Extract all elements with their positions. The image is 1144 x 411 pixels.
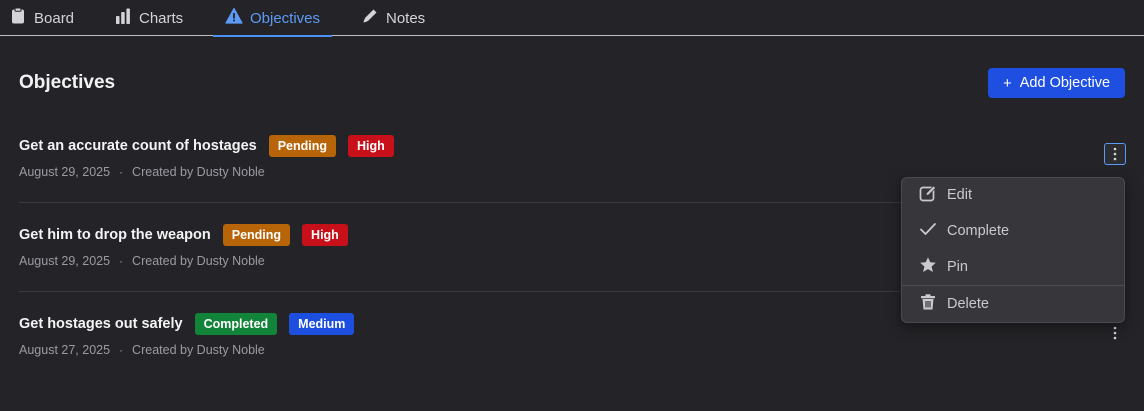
bar-chart-icon bbox=[114, 7, 132, 29]
objective-creator: Created by Dusty Noble bbox=[132, 254, 265, 268]
objective-date: August 29, 2025 bbox=[19, 165, 111, 179]
tab-label: Charts bbox=[139, 9, 184, 27]
tab-label: Board bbox=[34, 9, 75, 27]
meta-separator: · bbox=[119, 165, 124, 179]
priority-badge: High bbox=[302, 224, 348, 246]
tab-label: Notes bbox=[386, 9, 426, 27]
tab-objectives[interactable]: Objectives bbox=[212, 0, 333, 37]
clipboard-icon bbox=[9, 7, 27, 29]
tab-charts[interactable]: Charts bbox=[114, 0, 183, 36]
status-badge: Completed bbox=[194, 313, 278, 335]
meta-separator: · bbox=[119, 254, 124, 268]
tab-bar: Board Charts Objectives Notes bbox=[0, 0, 1144, 37]
objective-row: Get hostages out safely Completed Medium… bbox=[19, 313, 1125, 402]
priority-badge: High bbox=[348, 135, 394, 157]
menu-item-edit[interactable]: Edit bbox=[902, 178, 1124, 212]
menu-item-complete[interactable]: Complete bbox=[902, 214, 1124, 248]
tab-board[interactable]: Board bbox=[9, 0, 74, 36]
priority-badge: Medium bbox=[289, 313, 355, 335]
menu-item-label: Edit bbox=[947, 187, 972, 203]
checkmark-icon bbox=[919, 220, 937, 242]
menu-item-delete[interactable]: Delete bbox=[902, 287, 1124, 321]
tab-notes[interactable]: Notes bbox=[361, 0, 425, 36]
menu-item-label: Delete bbox=[947, 296, 989, 312]
meta-separator: · bbox=[119, 343, 124, 357]
menu-item-label: Pin bbox=[947, 259, 968, 275]
context-menu: Edit Complete Pin Delete bbox=[901, 177, 1125, 323]
star-icon bbox=[919, 256, 937, 278]
add-objective-label: Add Objective bbox=[1019, 75, 1111, 91]
more-options-icon[interactable] bbox=[1104, 143, 1126, 165]
menu-divider bbox=[902, 285, 1124, 286]
page-title: Objectives bbox=[19, 72, 116, 93]
status-badge: Pending bbox=[222, 224, 291, 246]
objective-date: August 29, 2025 bbox=[19, 254, 111, 268]
edit-icon bbox=[919, 184, 937, 206]
objective-date: August 27, 2025 bbox=[19, 343, 111, 357]
menu-item-pin[interactable]: Pin bbox=[902, 250, 1124, 284]
objective-title: Get him to drop the weapon bbox=[19, 227, 211, 243]
trash-icon bbox=[919, 293, 937, 315]
plus-icon: + bbox=[1002, 74, 1012, 92]
warning-triangle-icon bbox=[225, 7, 243, 29]
tab-label: Objectives bbox=[250, 9, 321, 27]
status-badge: Pending bbox=[268, 135, 337, 157]
objective-creator: Created by Dusty Noble bbox=[132, 165, 265, 179]
objective-creator: Created by Dusty Noble bbox=[132, 343, 265, 357]
more-options-icon[interactable] bbox=[1104, 322, 1126, 344]
pencil-icon bbox=[361, 7, 379, 29]
menu-item-label: Complete bbox=[947, 223, 1010, 239]
objective-title: Get hostages out safely bbox=[19, 316, 183, 332]
objective-title: Get an accurate count of hostages bbox=[19, 138, 257, 154]
add-objective-button[interactable]: + Add Objective bbox=[988, 68, 1125, 98]
